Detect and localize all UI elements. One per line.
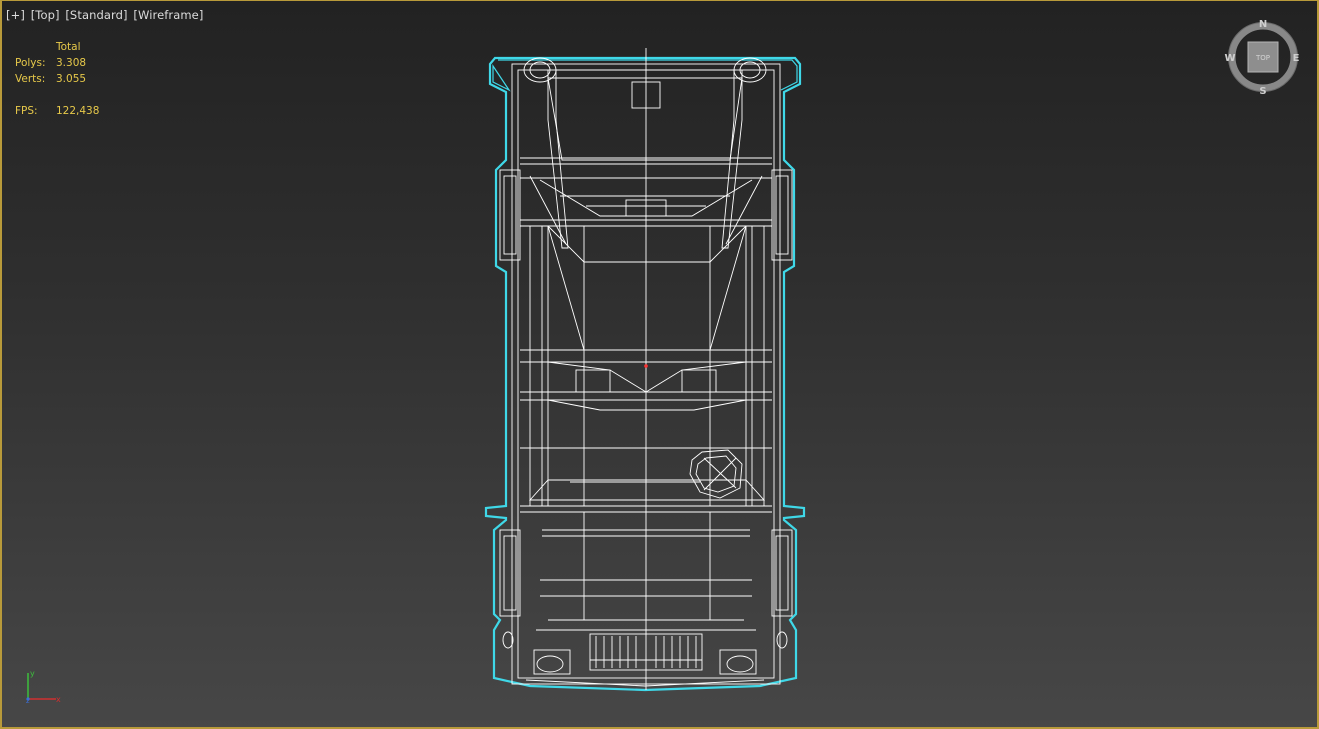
- viewcube-face-label: TOP: [1255, 54, 1270, 62]
- axis-y-label: y: [30, 669, 35, 678]
- viewport-point-of-view-menu[interactable]: [Top]: [31, 8, 60, 22]
- stats-verts-label: Verts:: [15, 73, 46, 85]
- stats-total-header: Total: [56, 41, 81, 53]
- compass-east-label[interactable]: E: [1293, 53, 1300, 64]
- stats-verts-value: 3.055: [56, 73, 87, 85]
- viewcube-compass-icon[interactable]: TOP N S E W: [1222, 16, 1304, 98]
- axis-z-label: z: [26, 697, 30, 705]
- viewport-shading-menu[interactable]: [Standard]: [65, 8, 127, 22]
- viewport-general-menu[interactable]: [+]: [6, 8, 25, 22]
- selection-outline: [484, 56, 806, 692]
- viewport-label-bar: [+] [Top] [Standard] [Wireframe]: [6, 8, 205, 22]
- axis-x-label: x: [56, 695, 61, 704]
- stats-fps-label: FPS:: [15, 105, 38, 117]
- compass-west-label[interactable]: W: [1224, 53, 1235, 64]
- compass-north-label[interactable]: N: [1259, 19, 1267, 30]
- statistics-overlay: Total Polys: 3.308 Verts: 3.055 FPS: 122,43…: [15, 39, 99, 119]
- axis-tripod-icon: y x z: [26, 669, 61, 705]
- compass-south-label[interactable]: S: [1259, 86, 1266, 97]
- viewport-render-mode-menu[interactable]: [Wireframe]: [133, 8, 203, 22]
- stats-polys-value: 3.308: [56, 57, 87, 69]
- pivot-marker: [644, 364, 648, 368]
- stats-fps-value: 122,438: [56, 105, 100, 117]
- car-wireframe-model[interactable]: [480, 44, 812, 694]
- stats-polys-label: Polys:: [15, 57, 46, 69]
- mesh-edges: [499, 48, 793, 690]
